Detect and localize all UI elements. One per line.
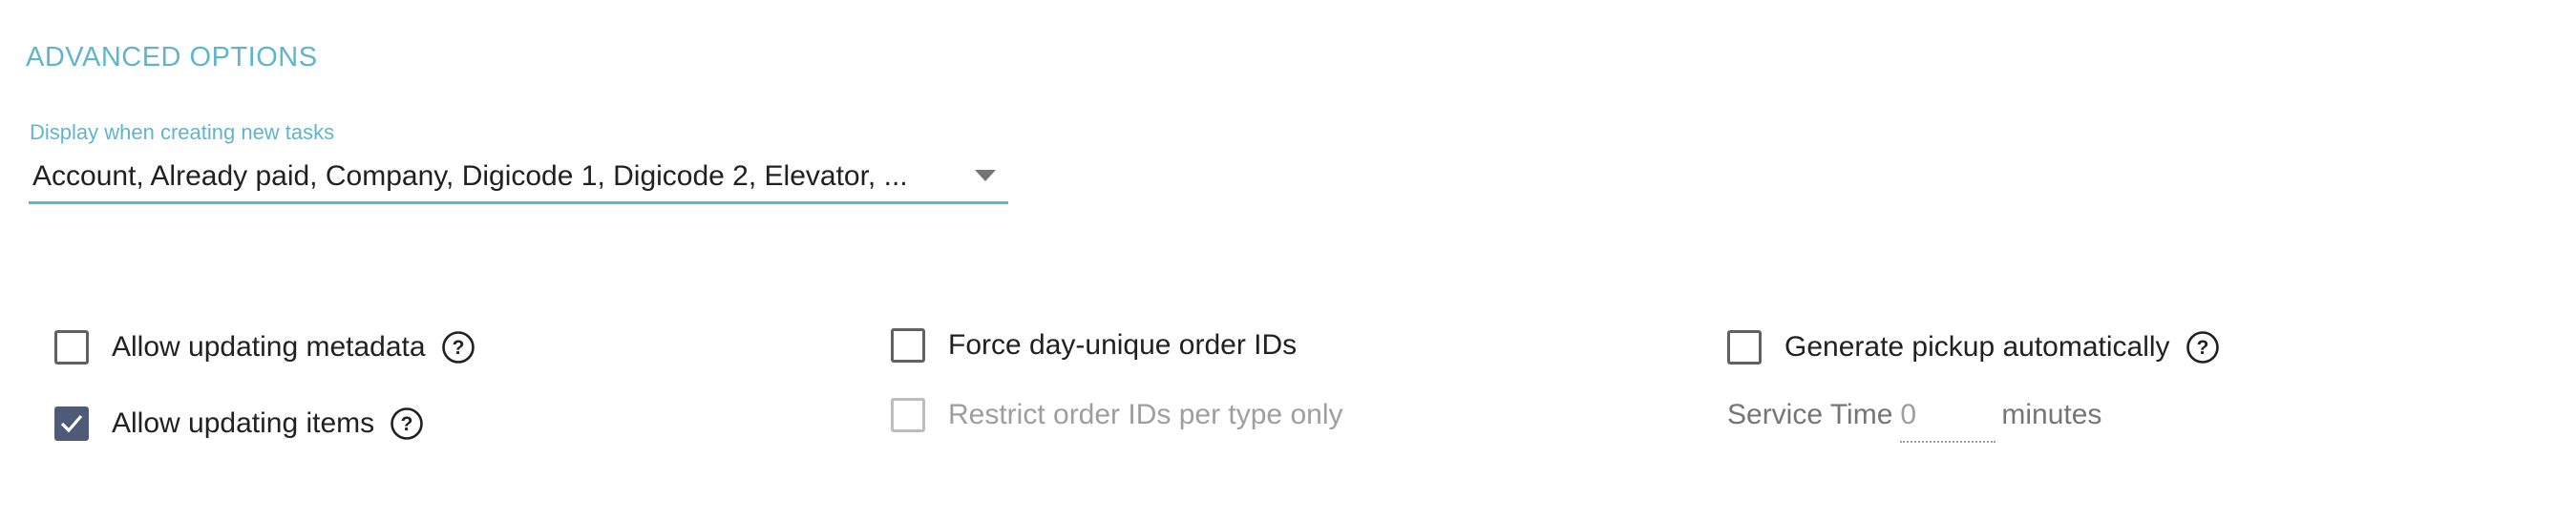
display-field-label: Display when creating new tasks xyxy=(30,120,335,144)
svg-text:?: ? xyxy=(2196,337,2208,359)
check-icon xyxy=(60,414,83,433)
service-time-label: Service Time xyxy=(1727,399,1893,430)
caret-down-icon xyxy=(975,170,996,181)
section-title: ADVANCED OPTIONS xyxy=(26,42,318,73)
help-circle-icon[interactable]: ? xyxy=(2185,330,2220,365)
force-day-unique-order-ids-checkbox[interactable] xyxy=(891,328,925,363)
option-allow-updating-items: Allow updating items ? xyxy=(54,403,424,445)
force-day-unique-order-ids-label: Force day-unique order IDs xyxy=(948,329,1298,361)
help-circle-icon[interactable]: ? xyxy=(390,406,424,441)
service-time-field: Service Time minutes xyxy=(1727,399,2101,443)
generate-pickup-automatically-label: Generate pickup automatically xyxy=(1784,331,2170,363)
service-time-input[interactable] xyxy=(1900,399,1996,443)
option-allow-updating-metadata: Allow updating metadata ? xyxy=(54,326,475,368)
svg-text:?: ? xyxy=(401,413,413,435)
allow-updating-items-checkbox[interactable] xyxy=(54,406,89,441)
allow-updating-items-label: Allow updating items xyxy=(112,407,375,439)
generate-pickup-automatically-checkbox[interactable] xyxy=(1727,330,1762,365)
svg-text:?: ? xyxy=(452,337,464,359)
restrict-order-ids-per-type-label: Restrict order IDs per type only xyxy=(948,399,1343,430)
allow-updating-metadata-label: Allow updating metadata xyxy=(112,331,426,363)
allow-updating-metadata-checkbox[interactable] xyxy=(54,330,89,365)
display-fields-select[interactable]: Account, Already paid, Company, Digicode… xyxy=(29,153,1008,204)
option-restrict-order-ids-per-type: Restrict order IDs per type only xyxy=(891,394,1342,436)
option-generate-pickup-automatically: Generate pickup automatically ? xyxy=(1727,326,2220,368)
display-fields-value: Account, Already paid, Company, Digicode… xyxy=(32,160,908,192)
help-circle-icon[interactable]: ? xyxy=(441,330,475,365)
restrict-order-ids-per-type-checkbox xyxy=(891,398,925,432)
option-force-day-unique-order-ids: Force day-unique order IDs xyxy=(891,324,1297,366)
service-time-unit: minutes xyxy=(2001,399,2102,430)
